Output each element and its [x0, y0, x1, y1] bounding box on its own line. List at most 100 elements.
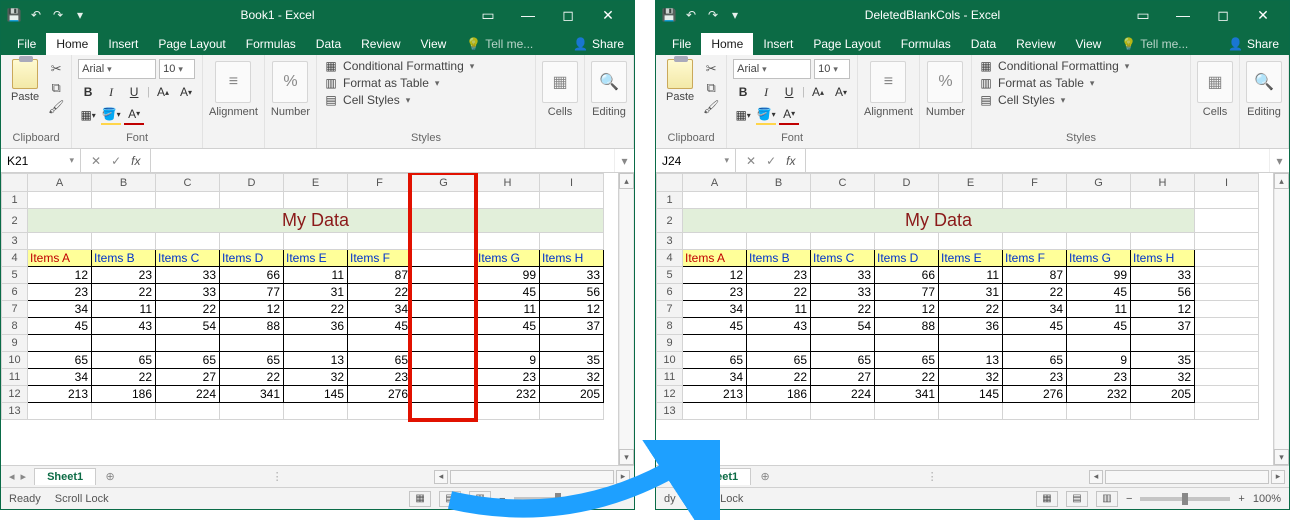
- cancel-formula-icon[interactable]: ✕: [746, 154, 756, 168]
- fx-icon[interactable]: fx: [131, 154, 140, 168]
- tab-file[interactable]: File: [662, 33, 701, 55]
- undo-icon[interactable]: ↶: [684, 8, 698, 22]
- font-size-dropdown[interactable]: 10▾: [814, 59, 850, 79]
- horizontal-scrollbar[interactable]: ◂▸: [434, 470, 634, 484]
- vertical-scrollbar[interactable]: ▴▾: [618, 173, 634, 465]
- format-as-table-button[interactable]: ▥Format as Table▾: [323, 76, 474, 90]
- tab-nav-prev-icon[interactable]: ◂: [664, 470, 670, 483]
- tab-view[interactable]: View: [1066, 33, 1112, 55]
- format-painter-icon[interactable]: 🖌: [47, 99, 65, 115]
- zoom-slider[interactable]: [1140, 497, 1230, 501]
- qat-more-icon[interactable]: ▾: [73, 8, 87, 22]
- borders-icon[interactable]: ▦▾: [78, 105, 98, 125]
- number-format-icon[interactable]: %: [272, 61, 308, 103]
- close-icon[interactable]: ✕: [1243, 1, 1283, 29]
- font-size-dropdown[interactable]: 10▾: [159, 59, 195, 79]
- conditional-formatting-button[interactable]: ▦Conditional Formatting▾: [323, 59, 474, 73]
- conditional-formatting-button[interactable]: ▦Conditional Formatting▾: [978, 59, 1129, 73]
- cut-icon[interactable]: ✂: [47, 61, 65, 77]
- tab-insert[interactable]: Insert: [98, 33, 148, 55]
- tab-formulas[interactable]: Formulas: [236, 33, 306, 55]
- view-page-layout-icon[interactable]: ▤: [439, 491, 461, 507]
- alignment-icon[interactable]: ≡: [870, 61, 906, 103]
- tab-review[interactable]: Review: [1006, 33, 1065, 55]
- tab-page-layout[interactable]: Page Layout: [148, 33, 235, 55]
- copy-icon[interactable]: ⧉: [47, 80, 65, 96]
- view-page-break-icon[interactable]: ▥: [1096, 491, 1118, 507]
- ribbon-options-icon[interactable]: ▭: [1123, 1, 1163, 29]
- font-name-dropdown[interactable]: Arial▾: [733, 59, 811, 79]
- maximize-icon[interactable]: ◻: [548, 1, 588, 29]
- zoom-out-icon[interactable]: −: [1126, 493, 1132, 505]
- worksheet-grid[interactable]: ABCDEFGHI12My Data34Items AItems BItems …: [656, 173, 1259, 420]
- copy-icon[interactable]: ⧉: [702, 80, 720, 96]
- tab-nav-prev-icon[interactable]: ◂: [9, 470, 15, 483]
- zoom-slider[interactable]: [514, 497, 604, 501]
- name-box[interactable]: J24▾: [656, 149, 736, 172]
- cell-styles-button[interactable]: ▤Cell Styles▾: [978, 93, 1129, 107]
- undo-icon[interactable]: ↶: [29, 8, 43, 22]
- horizontal-scrollbar[interactable]: ◂▸: [1089, 470, 1289, 484]
- paste-button[interactable]: Paste: [662, 59, 698, 103]
- bold-button[interactable]: B: [78, 82, 98, 102]
- shrink-font-icon[interactable]: A▾: [831, 82, 851, 102]
- view-page-break-icon[interactable]: ▥: [469, 491, 491, 507]
- tab-formulas[interactable]: Formulas: [891, 33, 961, 55]
- bold-button[interactable]: B: [733, 82, 753, 102]
- sheet-tab[interactable]: Sheet1: [689, 468, 751, 485]
- tab-nav-next-icon[interactable]: ▸: [676, 470, 682, 483]
- format-painter-icon[interactable]: 🖌: [702, 99, 720, 115]
- tab-insert[interactable]: Insert: [753, 33, 803, 55]
- new-sheet-button[interactable]: ⊕: [100, 468, 120, 486]
- redo-icon[interactable]: ↷: [51, 8, 65, 22]
- tab-home[interactable]: Home: [46, 33, 98, 55]
- font-color-icon[interactable]: A▾: [124, 105, 144, 125]
- tab-review[interactable]: Review: [351, 33, 410, 55]
- save-icon[interactable]: 💾: [7, 8, 21, 22]
- formula-input[interactable]: [151, 149, 614, 172]
- qat-more-icon[interactable]: ▾: [728, 8, 742, 22]
- scroll-up-icon[interactable]: ▴: [619, 173, 634, 189]
- zoom-level[interactable]: 100%: [1253, 493, 1281, 505]
- share-button[interactable]: 👤 Share: [1218, 33, 1289, 55]
- enter-formula-icon[interactable]: ✓: [111, 154, 121, 168]
- share-button[interactable]: 👤 Share: [563, 33, 634, 55]
- format-as-table-button[interactable]: ▥Format as Table▾: [978, 76, 1129, 90]
- italic-button[interactable]: I: [101, 82, 121, 102]
- zoom-in-icon[interactable]: +: [612, 493, 618, 505]
- view-normal-icon[interactable]: ▦: [1036, 491, 1058, 507]
- editing-icon[interactable]: 🔍: [591, 61, 627, 103]
- name-box[interactable]: K21▾: [1, 149, 81, 172]
- shrink-font-icon[interactable]: A▾: [176, 82, 196, 102]
- view-normal-icon[interactable]: ▦: [409, 491, 431, 507]
- cut-icon[interactable]: ✂: [702, 61, 720, 77]
- zoom-in-icon[interactable]: +: [1238, 493, 1244, 505]
- tab-view[interactable]: View: [411, 33, 457, 55]
- tell-me-search[interactable]: 💡 Tell me...: [460, 33, 539, 55]
- borders-icon[interactable]: ▦▾: [733, 105, 753, 125]
- tab-file[interactable]: File: [7, 33, 46, 55]
- enter-formula-icon[interactable]: ✓: [766, 154, 776, 168]
- grow-font-icon[interactable]: A▴: [808, 82, 828, 102]
- close-icon[interactable]: ✕: [588, 1, 628, 29]
- cell-styles-button[interactable]: ▤Cell Styles▾: [323, 93, 474, 107]
- underline-button[interactable]: U: [124, 82, 144, 102]
- number-format-icon[interactable]: %: [927, 61, 963, 103]
- save-icon[interactable]: 💾: [662, 8, 676, 22]
- zoom-out-icon[interactable]: −: [499, 493, 505, 505]
- fx-icon[interactable]: fx: [786, 154, 795, 168]
- expand-formula-bar-icon[interactable]: ▾: [1269, 149, 1289, 172]
- ribbon-options-icon[interactable]: ▭: [468, 1, 508, 29]
- worksheet-grid[interactable]: ABCDEFGHI12My Data34Items AItems BItems …: [1, 173, 604, 420]
- tab-data[interactable]: Data: [306, 33, 351, 55]
- editing-icon[interactable]: 🔍: [1246, 61, 1282, 103]
- view-page-layout-icon[interactable]: ▤: [1066, 491, 1088, 507]
- cells-icon[interactable]: ▦: [542, 61, 578, 103]
- tab-page-layout[interactable]: Page Layout: [803, 33, 890, 55]
- scroll-down-icon[interactable]: ▾: [1274, 449, 1289, 465]
- sheet-tab[interactable]: Sheet1: [34, 468, 96, 485]
- redo-icon[interactable]: ↷: [706, 8, 720, 22]
- minimize-icon[interactable]: —: [1163, 1, 1203, 29]
- underline-button[interactable]: U: [779, 82, 799, 102]
- scroll-up-icon[interactable]: ▴: [1274, 173, 1289, 189]
